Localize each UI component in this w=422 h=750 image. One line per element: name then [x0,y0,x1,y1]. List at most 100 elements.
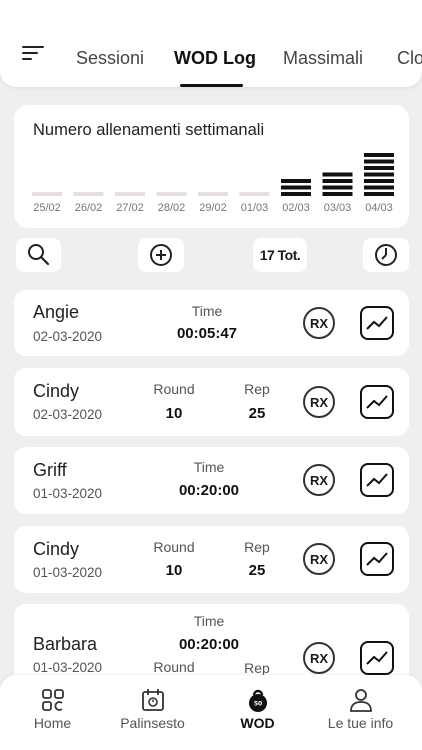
chart-bar-segment [364,179,394,183]
chart-x-tick-label: 26/02 [75,202,103,214]
workout-date: 02-03-2020 [33,329,103,344]
chart-bar-segment [364,153,394,157]
history-button[interactable] [363,238,409,272]
rep-label: Rep [244,539,270,555]
rx-icon[interactable]: RX [303,464,335,496]
score-label: Time [191,303,223,319]
chart-x-tick-label: 04/03 [365,202,393,214]
workout-name: Cindy [33,381,80,401]
trend-chart-button[interactable] [360,641,394,675]
chart-bar-segment [364,166,394,170]
round-label: Round [153,381,195,397]
trend-line-icon [366,395,388,409]
workout-date: 01-03-2020 [33,486,103,501]
chart-bar-segment [322,179,353,183]
chart-bar-empty [156,192,187,196]
rep-label: Rep [244,660,270,676]
chart-bar-empty [32,192,62,196]
chart-bar-segment [364,185,394,190]
rep-value: 25 [248,405,266,422]
round-value: 10 [165,562,183,579]
score-label: Time [193,459,225,475]
chart-bar-segment [281,185,311,190]
trend-line-icon [366,552,388,566]
chart-bar-segment [364,172,394,177]
chart-x-tick-label: 25/02 [33,202,61,214]
chart-bar-empty [198,192,228,196]
active-tab-indicator [180,84,243,87]
rx-icon[interactable]: RX [303,642,335,674]
trend-chart-button[interactable] [360,463,394,497]
trend-line-icon [366,473,388,487]
chart-x-tick-label: 27/02 [116,202,144,214]
search-icon [27,244,49,266]
tab-wod-log[interactable]: WOD Log [174,48,256,69]
nav-wod[interactable]: 50 WOD [205,675,310,750]
tab-sessioni[interactable]: Sessioni [76,48,144,69]
chart-x-tick-label: 01/03 [241,202,269,214]
bottom-navigation: Home Palinsesto 50 WOD Le tue info [0,675,422,750]
trend-chart-button[interactable] [360,385,394,419]
chart-x-tick-label: 28/02 [158,202,186,214]
plus-circle-icon [150,244,172,266]
tab-clo[interactable]: Clo [397,48,422,69]
score-value: 00:05:47 [176,325,238,342]
calendar-icon [141,689,164,711]
chart-bar-segment [281,179,311,183]
workout-card[interactable]: Angie 02-03-2020 Time 00:05:47 RX [14,290,409,356]
chart-bar-segment [364,159,394,164]
workout-name: Barbara [33,634,98,654]
trend-line-icon [366,316,388,330]
weekly-workouts-chart-card: Numero allenamenti settimanali 25/02 26/0… [14,105,409,228]
chart-bar-segment [364,192,394,196]
workout-card[interactable]: Cindy 01-03-2020 Round 10 Rep 25 RX [14,526,409,593]
trend-line-icon [366,651,388,665]
nav-palinsesto[interactable]: Palinsesto [100,675,205,750]
chart-bar-segment [281,192,311,196]
workout-name: Griff [33,460,67,480]
round-label: Round [153,659,195,675]
weekly-workouts-chart: 25/02 26/02 27/02 28/02 29/02 01/03 02/03 03/03… [32,153,394,214]
nav-le-tue-info[interactable]: Le tue info [308,675,413,750]
chart-bar-segment [322,192,353,196]
nav-home[interactable]: Home [0,675,105,750]
rx-icon[interactable]: RX [303,386,335,418]
workout-name: Cindy [33,539,80,559]
kettlebell-weight: 50 [253,701,261,708]
workout-date: 01-03-2020 [33,660,103,675]
round-label: Round [153,539,195,555]
rx-icon[interactable]: RX [303,307,335,339]
workout-card[interactable]: Griff 01-03-2020 Time 00:20:00 RX [14,447,409,514]
trend-chart-button[interactable] [360,542,394,576]
chart-bar-empty [115,192,145,196]
top-tab-bar: Sessioni WOD Log Massimali Clo [0,0,422,87]
grid-icon [41,689,64,711]
time-label: Time [193,613,225,629]
round-value: 10 [165,405,183,422]
search-button[interactable] [16,238,61,272]
nav-label: Home [33,715,72,731]
workout-card[interactable]: Cindy 02-03-2020 Round 10 Rep 25 RX [14,368,409,436]
nav-label: WOD [240,715,275,731]
rep-value: 25 [248,562,266,579]
chart-bar-segment [322,185,353,190]
rep-label: Rep [244,381,270,397]
workout-date: 02-03-2020 [33,407,103,422]
rx-icon[interactable]: RX [303,543,335,575]
add-workout-button[interactable] [138,238,184,272]
menu-icon[interactable] [22,46,46,64]
trend-chart-button[interactable] [360,306,394,340]
chart-x-tick-label: 03/03 [324,202,352,214]
tab-massimali[interactable]: Massimali [283,48,363,69]
clock-icon [375,244,397,266]
kettlebell-icon: 50 [248,689,267,712]
total-count-badge: 17 Tot. [253,238,307,272]
nav-label: Le tue info [327,715,394,731]
workout-date: 01-03-2020 [33,565,103,580]
user-icon [349,689,372,712]
nav-label: Palinsesto [120,715,185,731]
workout-name: Angie [33,302,80,322]
score-value: 00:20:00 [178,482,240,499]
chart-bar-empty [239,192,270,196]
chart-x-tick-label: 02/03 [282,202,310,214]
